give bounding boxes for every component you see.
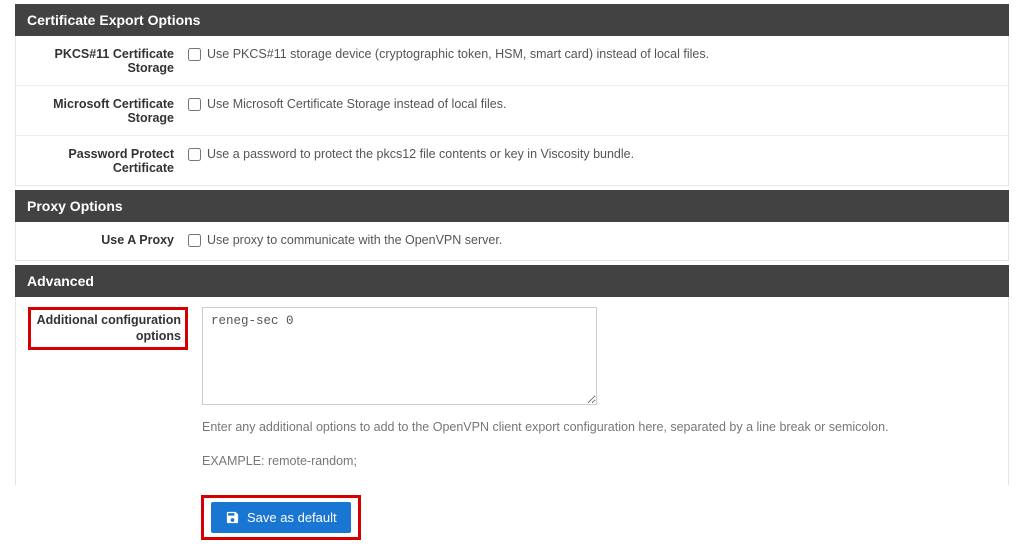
checkbox-wrap-msstore[interactable]: Use Microsoft Certificate Storage instea… xyxy=(188,96,996,114)
section-header-proxy: Proxy Options xyxy=(15,190,1009,222)
save-icon xyxy=(225,510,240,525)
checkbox-wrap-pkcs11[interactable]: Use PKCS#11 storage device (cryptographi… xyxy=(188,46,996,64)
label-password-protect: Password Protect Certificate xyxy=(28,146,188,175)
row-use-proxy: Use A Proxy Use proxy to communicate wit… xyxy=(16,222,1008,260)
checkbox-wrap-use-proxy[interactable]: Use proxy to communicate with the OpenVP… xyxy=(188,232,996,250)
section-body-cert-export: PKCS#11 Certificate Storage Use PKCS#11 … xyxy=(15,36,1009,186)
section-body-advanced: Additional configuration options Enter a… xyxy=(15,297,1009,486)
help-text-2: EXAMPLE: remote-random; xyxy=(202,452,996,471)
row-password-protect: Password Protect Certificate Use a passw… xyxy=(16,135,1008,185)
section-header-cert-export: Certificate Export Options xyxy=(15,4,1009,36)
checkbox-msstore[interactable] xyxy=(188,98,201,111)
desc-pkcs11: Use PKCS#11 storage device (cryptographi… xyxy=(207,46,709,64)
checkbox-wrap-password-protect[interactable]: Use a password to protect the pkcs12 fil… xyxy=(188,146,996,164)
textarea-additional-config[interactable] xyxy=(202,307,597,405)
button-row: Save as default xyxy=(15,485,1009,554)
row-additional-config: Additional configuration options Enter a… xyxy=(16,297,1008,486)
desc-use-proxy: Use proxy to communicate with the OpenVP… xyxy=(207,232,502,250)
desc-msstore: Use Microsoft Certificate Storage instea… xyxy=(207,96,506,114)
checkbox-use-proxy[interactable] xyxy=(188,234,201,247)
row-pkcs11: PKCS#11 Certificate Storage Use PKCS#11 … xyxy=(16,36,1008,85)
section-body-proxy: Use A Proxy Use proxy to communicate wit… xyxy=(15,222,1009,261)
label-pkcs11: PKCS#11 Certificate Storage xyxy=(28,46,188,75)
save-as-default-button[interactable]: Save as default xyxy=(211,502,351,533)
checkbox-password-protect[interactable] xyxy=(188,148,201,161)
checkbox-pkcs11[interactable] xyxy=(188,48,201,61)
label-additional-config: Additional configuration options xyxy=(35,312,181,346)
highlight-additional-config-label: Additional configuration options xyxy=(28,307,188,351)
row-msstore: Microsoft Certificate Storage Use Micros… xyxy=(16,85,1008,135)
section-header-advanced: Advanced xyxy=(15,265,1009,297)
desc-password-protect: Use a password to protect the pkcs12 fil… xyxy=(207,146,634,164)
highlight-save-button: Save as default xyxy=(201,495,361,540)
label-msstore: Microsoft Certificate Storage xyxy=(28,96,188,125)
label-use-proxy: Use A Proxy xyxy=(28,232,188,250)
help-text-1: Enter any additional options to add to t… xyxy=(202,418,996,437)
save-button-label: Save as default xyxy=(247,510,337,525)
